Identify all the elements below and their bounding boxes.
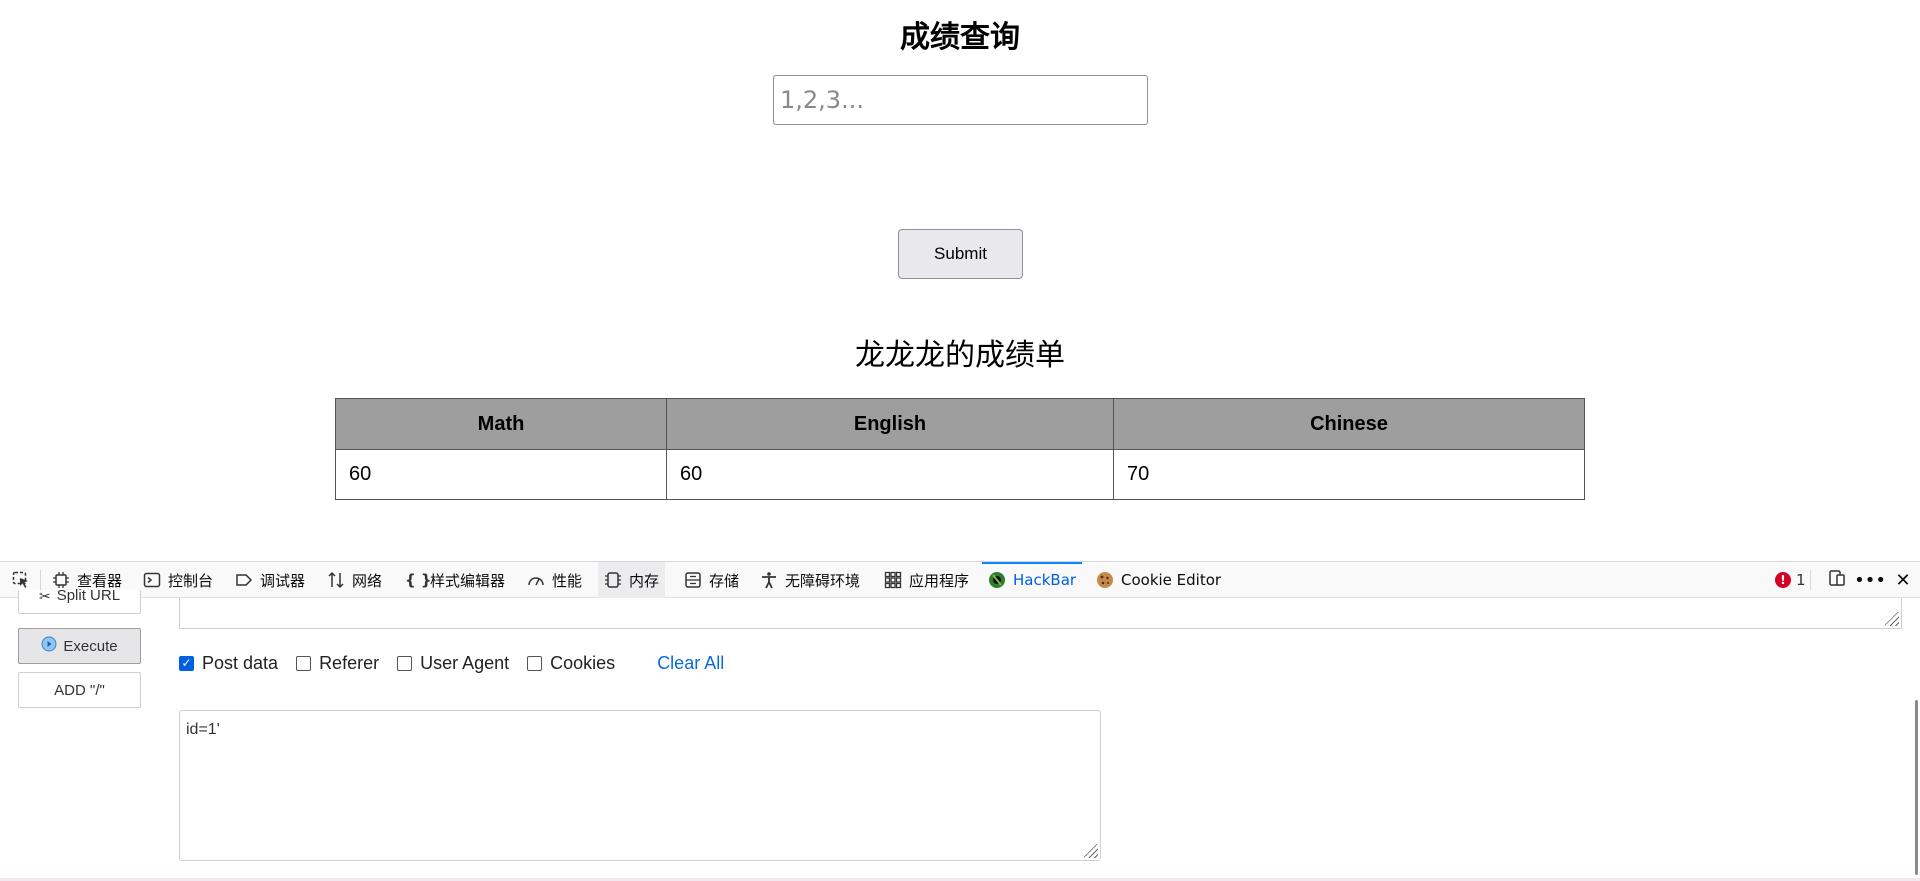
header-math: Math bbox=[335, 398, 667, 450]
post-data-checkbox[interactable]: ✓ bbox=[179, 655, 194, 671]
tab-label: Cookie Editor bbox=[1121, 571, 1222, 589]
tab-style-editor[interactable]: { } 样式编辑器 bbox=[399, 562, 511, 598]
referer-checkbox[interactable] bbox=[296, 655, 312, 671]
post-data-label: Post data bbox=[202, 652, 279, 673]
devtools-toolbar: 查看器 控制台 调试器 网络 { } 样式编辑器 性能 内存 存储 无障碍环境 … bbox=[0, 562, 1920, 598]
storage-icon bbox=[684, 571, 702, 589]
table-header-row: Math English Chinese bbox=[335, 398, 1585, 450]
header-chinese: Chinese bbox=[1113, 398, 1585, 450]
tab-label: 内存 bbox=[629, 571, 660, 590]
responsive-design-icon bbox=[1828, 569, 1846, 592]
tab-application[interactable]: 应用程序 bbox=[878, 562, 975, 598]
clear-all-link[interactable]: Clear All bbox=[657, 653, 724, 674]
tab-debugger[interactable]: 调试器 bbox=[229, 562, 311, 598]
table-row: 60 60 70 bbox=[335, 449, 1585, 500]
tab-console[interactable]: 控制台 bbox=[137, 562, 219, 598]
cookie-icon bbox=[1096, 571, 1114, 589]
execute-button[interactable]: Execute bbox=[18, 628, 141, 664]
network-icon bbox=[327, 571, 345, 589]
submit-button[interactable]: Submit bbox=[898, 229, 1023, 279]
referer-option[interactable]: Referer bbox=[296, 653, 379, 674]
add-slash-button[interactable]: ADD "/" bbox=[18, 672, 141, 708]
cookies-checkbox[interactable] bbox=[527, 655, 543, 671]
tab-label: 存储 bbox=[709, 571, 740, 590]
console-icon bbox=[143, 571, 161, 589]
user-agent-label: User Agent bbox=[420, 652, 510, 673]
tab-accessibility[interactable]: 无障碍环境 bbox=[754, 562, 866, 598]
error-count-badge[interactable]: ! 1 bbox=[1775, 562, 1806, 598]
page: 成绩查询 Submit 龙龙龙的成绩单 Math English Chinese… bbox=[0, 0, 1920, 881]
tab-label: HackBar bbox=[1013, 571, 1077, 589]
execute-label: Execute bbox=[63, 637, 118, 655]
more-options-icon: ••• bbox=[1854, 569, 1886, 591]
error-count: 1 bbox=[1796, 571, 1806, 589]
add-slash-label: ADD "/" bbox=[54, 681, 105, 699]
post-data-value: id=1' bbox=[186, 721, 220, 738]
cell-english: 60 bbox=[666, 449, 1114, 500]
style-editor-icon: { } bbox=[405, 571, 432, 589]
user-agent-checkbox[interactable] bbox=[397, 655, 413, 671]
user-agent-option[interactable]: User Agent bbox=[397, 653, 509, 674]
tab-label: 性能 bbox=[552, 571, 583, 590]
memory-icon bbox=[604, 571, 622, 589]
tab-label: 网络 bbox=[352, 571, 383, 590]
cell-chinese: 70 bbox=[1113, 449, 1585, 500]
scores-table: Math English Chinese 60 60 70 bbox=[335, 398, 1585, 500]
tab-label: 无障碍环境 bbox=[785, 571, 861, 590]
post-data-textarea[interactable]: id=1' bbox=[179, 710, 1101, 861]
tab-label: 样式编辑器 bbox=[430, 571, 506, 590]
tab-storage[interactable]: 存储 bbox=[678, 562, 745, 598]
cell-math: 60 bbox=[335, 449, 667, 500]
referer-label: Referer bbox=[319, 652, 380, 673]
tab-hackbar[interactable]: HackBar bbox=[982, 562, 1083, 598]
page-title: 成绩查询 bbox=[900, 20, 1020, 55]
scissors-icon: ✂ bbox=[38, 588, 51, 604]
cookies-option[interactable]: Cookies bbox=[527, 653, 615, 674]
responsive-design-button[interactable] bbox=[1822, 562, 1852, 598]
application-icon bbox=[884, 571, 902, 589]
devtools-panel: 查看器 控制台 调试器 网络 { } 样式编辑器 性能 内存 存储 无障碍环境 … bbox=[0, 561, 1920, 881]
scrollbar[interactable] bbox=[1915, 700, 1918, 875]
tab-performance[interactable]: 性能 bbox=[521, 562, 588, 598]
post-data-option[interactable]: ✓ Post data bbox=[179, 653, 278, 674]
debugger-icon bbox=[235, 571, 253, 589]
tab-label: 应用程序 bbox=[909, 571, 970, 590]
split-url-label: Split URL bbox=[56, 587, 121, 604]
split-url-button[interactable]: ✂ Split URL bbox=[18, 587, 141, 614]
hackbar-icon bbox=[988, 571, 1006, 589]
tab-memory[interactable]: 内存 bbox=[598, 562, 666, 598]
header-english: English bbox=[666, 398, 1114, 450]
play-icon bbox=[41, 636, 57, 656]
tab-label: 控制台 bbox=[168, 571, 214, 590]
performance-icon bbox=[527, 571, 545, 589]
resize-grip-icon[interactable] bbox=[1885, 612, 1899, 626]
error-icon: ! bbox=[1775, 572, 1791, 588]
accessibility-icon bbox=[760, 571, 778, 589]
tab-cookie-editor[interactable]: Cookie Editor bbox=[1090, 562, 1227, 598]
more-options-button[interactable]: ••• bbox=[1854, 562, 1886, 598]
tab-label: 调试器 bbox=[260, 571, 306, 590]
tab-network[interactable]: 网络 bbox=[321, 562, 388, 598]
query-input[interactable] bbox=[773, 75, 1148, 125]
request-options: ✓ Post data Referer User Agent Cookies C… bbox=[179, 650, 724, 676]
close-icon: ✕ bbox=[1895, 569, 1911, 591]
report-title: 龙龙龙的成绩单 bbox=[855, 338, 1065, 373]
cookies-label: Cookies bbox=[550, 652, 616, 673]
resize-grip-icon[interactable] bbox=[1084, 844, 1098, 858]
close-devtools-button[interactable]: ✕ bbox=[1888, 562, 1918, 598]
url-textarea[interactable] bbox=[179, 598, 1902, 629]
element-picker-icon bbox=[12, 571, 30, 589]
